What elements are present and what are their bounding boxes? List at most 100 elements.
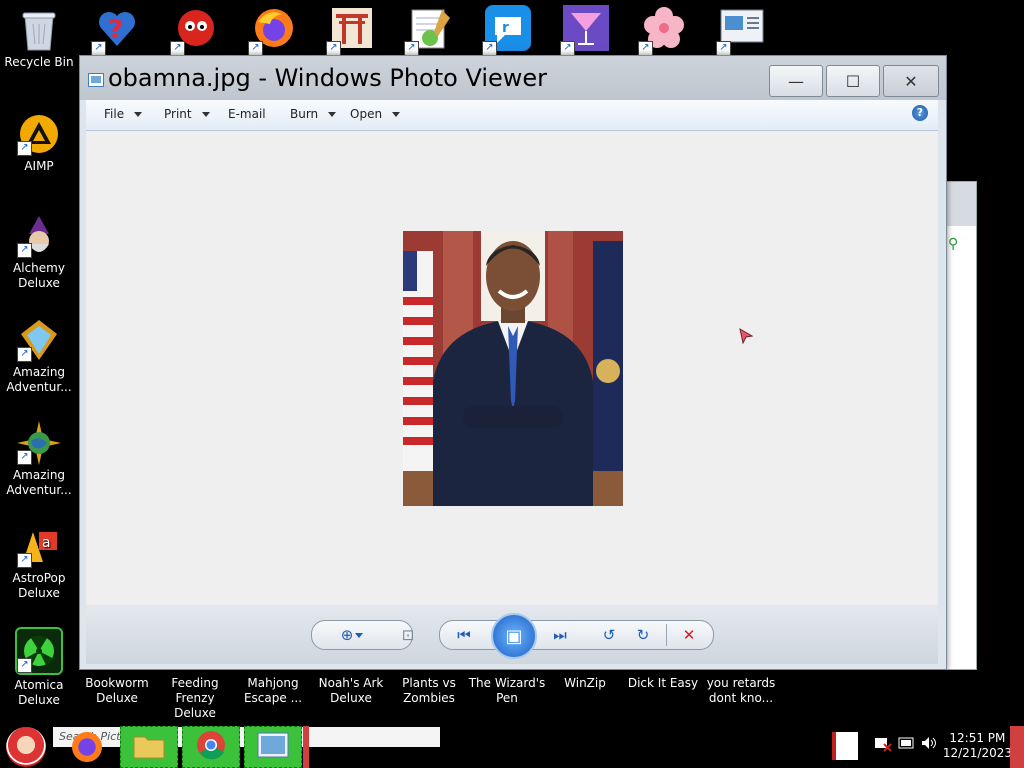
menu-bar: File Print E-mail Burn Open ? [86, 100, 938, 131]
desktop-icon-question-heart[interactable]: ? ↗ [91, 6, 141, 56]
chevron-down-icon [134, 112, 143, 117]
desktop-icon-aimp[interactable]: ↗ AIMP [1, 112, 77, 174]
desktop-icon-amazing-adventures-2[interactable]: ↗ Amazing Adventur... [1, 421, 77, 498]
title-bar[interactable]: obamna.jpg - Windows Photo Viewer — ☐ ✕ [80, 56, 946, 100]
desktop-icon-winzip[interactable]: WinZip [545, 676, 625, 691]
desktop-icon-speech-bubble[interactable]: r ↗ [482, 5, 532, 56]
network-warning-icon[interactable] [874, 734, 892, 752]
desktop-icon-label: Recycle Bin [4, 55, 74, 69]
photo-viewer-icon [257, 732, 289, 762]
desktop-icon-firefox[interactable]: ↗ [248, 6, 298, 56]
desktop-icon-label: Alchemy Deluxe [13, 261, 65, 290]
shortcut-arrow-icon: ↗ [248, 41, 263, 56]
start-button[interactable] [6, 727, 46, 767]
desktop-icon-astropop[interactable]: a ↗ AstroPop Deluxe [1, 524, 77, 601]
next-icon: ⏭ [553, 626, 567, 644]
previous-icon: ⏮ [457, 626, 471, 644]
shortcut-arrow-icon: ↗ [326, 41, 341, 56]
close-button[interactable]: ✕ [883, 65, 939, 97]
rotate-counterclockwise-button[interactable]: ↺ [598, 624, 620, 646]
rotate-ccw-icon: ↺ [602, 626, 616, 644]
shortcut-arrow-icon: ↗ [17, 553, 32, 568]
system-clock[interactable]: 12:51 PM 12/21/2023 [943, 731, 1012, 761]
delete-button[interactable]: ✕ [678, 624, 700, 646]
desktop-icon-label: Atomica Deluxe [14, 678, 64, 707]
actual-size-button[interactable]: ⊡ [397, 624, 419, 646]
menu-label: E-mail [228, 107, 266, 121]
tray-app-icon[interactable] [832, 732, 858, 760]
astropop-icon: a ↗ [17, 524, 61, 568]
volume-icon[interactable] [920, 734, 938, 752]
window-title: obamna.jpg - Windows Photo Viewer [108, 64, 548, 92]
photo-viewer-window[interactable]: obamna.jpg - Windows Photo Viewer — ☐ ✕ … [79, 55, 947, 670]
chevron-down-icon [355, 632, 364, 638]
diamond-icon: ↗ [17, 318, 61, 362]
firefox-taskbar-icon[interactable] [72, 732, 102, 762]
previous-button[interactable]: ⏮ [453, 624, 475, 646]
chevron-down-icon [201, 112, 210, 117]
recycle-bin-icon [17, 8, 61, 52]
desktop-icon-bookworm[interactable]: Bookworm Deluxe [77, 676, 157, 706]
battery-icon[interactable] [898, 734, 916, 752]
maximize-button[interactable]: ☐ [826, 65, 880, 97]
desktop-icon-mahjong-escape[interactable]: Mahjong Escape ... [233, 676, 313, 706]
clock-time: 12:51 PM [949, 731, 1006, 745]
menu-label: Open [350, 107, 383, 121]
desktop-icon-wizards-pen[interactable]: The Wizard's Pen [467, 676, 547, 706]
chrome-icon [196, 730, 226, 764]
menu-burn[interactable]: Burn [290, 107, 337, 121]
show-desktop-button[interactable] [1010, 726, 1024, 768]
taskbar-photo-viewer[interactable] [244, 726, 302, 768]
menu-label: Burn [290, 107, 319, 121]
rotate-cw-icon: ↻ [636, 626, 650, 644]
clock-date: 12/21/2023 [942, 746, 1012, 760]
portrait-image [403, 231, 623, 506]
desktop-icon-feeding-frenzy[interactable]: Feeding Frenzy Deluxe [155, 676, 235, 721]
desktop-icon-monitor[interactable]: ↗ [716, 6, 766, 56]
next-button[interactable]: ⏭ [549, 624, 571, 646]
image-viewport[interactable] [86, 131, 938, 605]
taskbar-file-explorer[interactable] [120, 726, 178, 768]
desktop-icon-cocktail[interactable]: ↗ [560, 5, 610, 56]
taskbar: Search Pictu 12:51 PM 12/21/2023 [0, 726, 1024, 768]
slideshow-button[interactable]: ▣ [491, 613, 537, 659]
desktop-icon-amazing-adventures-1[interactable]: ↗ Amazing Adventur... [1, 318, 77, 395]
taskbar-chrome[interactable] [182, 726, 240, 768]
chevron-down-icon [328, 112, 337, 117]
maximize-icon: ☐ [845, 71, 861, 91]
menu-label: Print [164, 107, 192, 121]
help-icon[interactable]: ? [912, 105, 928, 121]
shortcut-arrow-icon: ↗ [91, 41, 106, 56]
desktop-icon-you-retards[interactable]: you retards dont kno... [701, 676, 781, 706]
rotate-clockwise-button[interactable]: ↻ [632, 624, 654, 646]
desktop-icon-label: AstroPop Deluxe [12, 571, 66, 600]
desktop-icon-noahs-ark[interactable]: Noah's Ark Deluxe [311, 676, 391, 706]
desktop-icon-recycle-bin[interactable]: Recycle Bin [1, 8, 77, 70]
desktop-icon-pink-flower[interactable]: ↗ [638, 6, 688, 56]
zoom-in-icon: ⊕ [340, 626, 354, 644]
delete-icon: ✕ [682, 626, 696, 644]
menu-email[interactable]: E-mail [228, 107, 266, 121]
atomica-icon: ↗ [15, 627, 63, 675]
desktop-icon-alchemy[interactable]: ↗ Alchemy Deluxe [1, 214, 77, 291]
desktop-icon-torii[interactable]: ↗ [326, 6, 376, 56]
photo-viewer-icon [88, 73, 104, 87]
close-icon: ✕ [904, 71, 918, 91]
svg-text:r: r [502, 20, 509, 36]
shortcut-arrow-icon: ↗ [482, 41, 497, 56]
desktop-icon-red-puffball[interactable]: ↗ [170, 6, 220, 56]
desktop-icon-atomica[interactable]: ↗ Atomica Deluxe [1, 627, 77, 708]
desktop-icon-label: Amazing Adventur... [6, 365, 72, 394]
desktop-icon-dick-it-easy[interactable]: Dick It Easy [623, 676, 703, 691]
menu-open[interactable]: Open [350, 107, 401, 121]
zoom-button[interactable]: ⊕ [340, 624, 364, 646]
desktop-icon-plants-vs-zombies[interactable]: Plants vs Zombies [389, 676, 469, 706]
menu-print[interactable]: Print [164, 107, 210, 121]
menu-file[interactable]: File [104, 107, 143, 121]
controls-divider [666, 624, 667, 646]
shortcut-arrow-icon: ↗ [17, 243, 32, 258]
minimize-button[interactable]: — [769, 65, 823, 97]
shortcut-arrow-icon: ↗ [404, 41, 419, 56]
desktop-icon-notepad-frog[interactable]: ↗ [404, 6, 454, 56]
svg-text:a: a [42, 535, 51, 551]
